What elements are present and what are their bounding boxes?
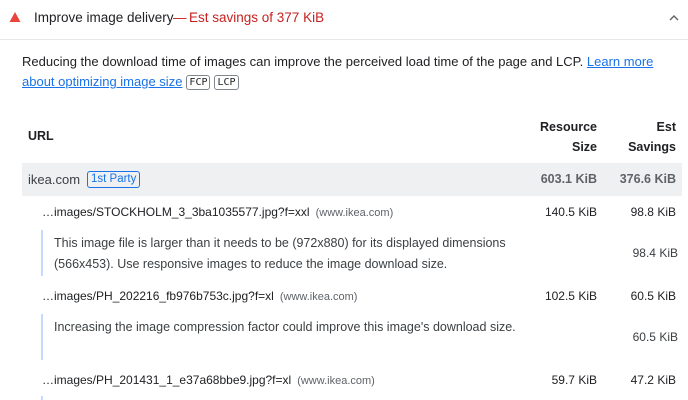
entity-name: ikea.com — [28, 172, 81, 187]
resource-url[interactable]: …images/PH_201431_1_e37a68bbe9.jpg?f=xl (… — [42, 370, 375, 391]
resource-size: 140.5 KiB — [544, 205, 597, 219]
table-row[interactable]: …images/STOCKHOLM_3_3ba1035577.jpg?f=xxl… — [0, 202, 688, 222]
detail-text: This image file is larger than it needs … — [54, 236, 506, 271]
metric-badge-lcp: LCP — [214, 75, 239, 90]
warning-triangle-icon — [9, 12, 21, 22]
table-row[interactable]: …images/PH_202216_fb976b753c.jpg?f=xl (ww… — [0, 286, 688, 306]
est-savings-header-line2: Savings — [628, 140, 676, 154]
resource-domain: (www.ikea.com) — [297, 375, 375, 387]
detail-savings: 60.5 KiB — [632, 330, 678, 344]
url-text[interactable]: …images/STOCKHOLM_3_3ba1035577.jpg?f=xxl — [42, 205, 310, 219]
audit-header[interactable]: Improve image delivery — Est savings of … — [0, 0, 688, 40]
chevron-up-icon[interactable] — [668, 13, 680, 23]
resource-url[interactable]: …images/PH_202216_fb976b753c.jpg?f=xl (ww… — [42, 286, 357, 307]
est-savings-header-line1: Est — [656, 120, 676, 134]
detail-text: Increasing the image compression factor … — [54, 320, 516, 334]
resource-size-header-line2: Size — [571, 140, 597, 154]
metric-badge-fcp: FCP — [186, 75, 211, 90]
est-savings: 98.8 KiB — [630, 205, 676, 219]
url-text[interactable]: …images/PH_201431_1_e37a68bbe9.jpg?f=xl — [42, 373, 291, 387]
group-resource-size: 603.1 KiB — [540, 172, 597, 186]
description-text: Reducing the download time of images can… — [22, 54, 584, 69]
resource-size: 102.5 KiB — [544, 289, 597, 303]
resource-domain: (www.ikea.com) — [279, 291, 358, 303]
subitem-detail — [41, 396, 688, 400]
estimated-savings: Est savings of 377 KiB — [189, 10, 325, 25]
audit-description: Reducing the download time of images can… — [22, 52, 682, 92]
resource-size-header-line1: Resource — [540, 120, 597, 134]
est-savings: 47.2 KiB — [630, 373, 676, 387]
group-est-savings: 376.6 KiB — [619, 172, 676, 186]
resource-url[interactable]: …images/STOCKHOLM_3_3ba1035577.jpg?f=xxl… — [42, 202, 393, 223]
table-row[interactable]: …images/PH_201431_1_e37a68bbe9.jpg?f=xl (… — [0, 370, 688, 390]
est-savings: 60.5 KiB — [630, 289, 676, 303]
entity-group-row: ikea.com 1st Party 603.1 KiB 376.6 KiB — [22, 163, 682, 196]
resource-size: 59.7 KiB — [551, 373, 597, 387]
audit-title: Improve image delivery — [34, 10, 174, 25]
first-party-badge: 1st Party — [87, 171, 141, 188]
subitem-detail: This image file is larger than it needs … — [41, 230, 688, 276]
detail-savings: 98.4 KiB — [632, 246, 678, 260]
subitem-detail: Increasing the image compression factor … — [41, 314, 688, 360]
resource-domain: (www.ikea.com) — [315, 207, 394, 219]
url-text[interactable]: …images/PH_202216_fb976b753c.jpg?f=xl — [42, 289, 274, 303]
title-separator: — — [173, 10, 187, 25]
column-header-est-savings: Est Savings — [628, 117, 676, 157]
column-header-url: URL — [28, 129, 54, 143]
column-header-resource-size: Resource Size — [540, 117, 597, 157]
